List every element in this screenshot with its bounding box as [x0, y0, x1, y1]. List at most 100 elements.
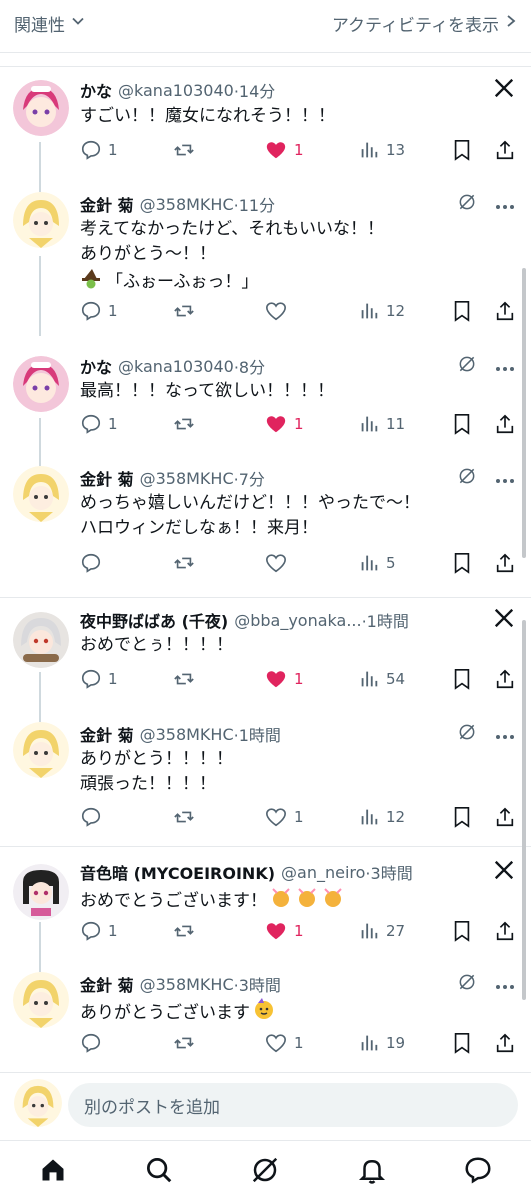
retweet-button[interactable]	[172, 550, 196, 576]
post-time[interactable]: ·7分	[234, 466, 265, 490]
bookmark-button[interactable]	[452, 804, 472, 830]
messages-icon[interactable]	[448, 1145, 508, 1195]
post[interactable]: 金針 菊 @358MKHC ·1時間 ありがとう！！！！ 頑張った！！！！ 1 …	[0, 722, 531, 837]
avatar[interactable]	[13, 972, 69, 1028]
post-time[interactable]: ·3時間	[365, 860, 412, 884]
x-logo-icon[interactable]	[493, 77, 515, 103]
author-handle[interactable]: @358MKHC	[140, 725, 234, 744]
post[interactable]: 金針 菊 @358MKHC ·3時間 ありがとうございます 1 19	[0, 972, 531, 1062]
author-handle[interactable]: @358MKHC	[140, 975, 234, 994]
views-button[interactable]: 19	[358, 1030, 405, 1056]
author-name[interactable]: 夜中野ばばあ (千夜)	[80, 608, 228, 632]
avatar[interactable]	[13, 612, 69, 668]
share-button[interactable]	[494, 137, 516, 163]
avatar[interactable]	[13, 80, 69, 136]
avatar[interactable]	[13, 864, 69, 920]
grok-icon[interactable]	[457, 722, 477, 746]
bookmark-button[interactable]	[452, 550, 472, 576]
author-handle[interactable]: @bba_yonaka...	[234, 611, 361, 630]
retweet-button[interactable]	[172, 1030, 196, 1056]
post[interactable]: 金針 菊 @358MKHC ·11分 考えてなかったけど、それもいいな！！ あり…	[0, 192, 531, 332]
more-icon[interactable]	[495, 975, 515, 994]
like-button[interactable]: 1	[264, 137, 304, 163]
share-button[interactable]	[494, 918, 516, 944]
share-button[interactable]	[494, 666, 516, 692]
views-button[interactable]: 5	[358, 550, 396, 576]
bookmark-button[interactable]	[452, 298, 472, 324]
reply-button[interactable]: 1	[80, 411, 118, 437]
more-icon[interactable]	[495, 195, 515, 214]
reply-button[interactable]	[80, 550, 108, 576]
grok-icon[interactable]	[457, 192, 477, 216]
share-button[interactable]	[494, 1030, 516, 1056]
grok-icon[interactable]	[235, 1145, 295, 1195]
like-button[interactable]	[264, 550, 288, 576]
sort-selector[interactable]: 関連性	[14, 11, 85, 36]
x-logo-icon[interactable]	[493, 607, 515, 633]
reply-button[interactable]	[80, 804, 108, 830]
reply-button[interactable]: 1	[80, 137, 118, 163]
share-button[interactable]	[494, 804, 516, 830]
share-button[interactable]	[494, 411, 516, 437]
activity-link[interactable]: アクティビティを表示	[332, 11, 517, 36]
views-button[interactable]: 11	[358, 411, 405, 437]
share-button[interactable]	[494, 550, 516, 576]
author-name[interactable]: 金針 菊	[80, 466, 134, 490]
like-button[interactable]	[264, 298, 288, 324]
like-button[interactable]: 1	[264, 1030, 304, 1056]
bookmark-button[interactable]	[452, 918, 472, 944]
author-name[interactable]: 音色暗 (MYCOEIROINK)	[80, 860, 275, 884]
like-button[interactable]: 1	[264, 666, 304, 692]
post[interactable]: 夜中野ばばあ (千夜) @bba_yonaka... ·1時間 おめでとぅ！！！…	[0, 608, 531, 708]
reply-button[interactable]	[80, 1030, 108, 1056]
post-time[interactable]: ·11分	[234, 192, 275, 216]
avatar[interactable]	[13, 722, 69, 778]
more-icon[interactable]	[495, 357, 515, 376]
views-button[interactable]: 12	[358, 298, 405, 324]
grok-icon[interactable]	[457, 354, 477, 378]
scrollbar-thumb[interactable]	[522, 268, 526, 558]
views-button[interactable]: 12	[358, 804, 405, 830]
author-name[interactable]: 金針 菊	[80, 722, 134, 746]
avatar[interactable]	[13, 466, 69, 522]
post-time[interactable]: ·8分	[234, 354, 265, 378]
retweet-button[interactable]	[172, 411, 196, 437]
home-icon[interactable]	[23, 1145, 83, 1195]
post-time[interactable]: ·3時間	[234, 972, 281, 996]
post[interactable]: かな @kana103040 ·8分 最高！！！なって欲しい！！！！ 1 1 1…	[0, 354, 531, 454]
author-handle[interactable]: @358MKHC	[140, 195, 234, 214]
notifications-icon[interactable]	[342, 1145, 402, 1195]
avatar[interactable]	[13, 192, 69, 248]
retweet-button[interactable]	[172, 804, 196, 830]
author-handle[interactable]: @358MKHC	[140, 469, 234, 488]
author-name[interactable]: かな	[80, 78, 112, 102]
views-button[interactable]: 13	[358, 137, 405, 163]
author-handle[interactable]: @kana103040	[118, 81, 234, 100]
x-logo-icon[interactable]	[493, 859, 515, 885]
author-handle[interactable]: @kana103040	[118, 357, 234, 376]
search-icon[interactable]	[129, 1145, 189, 1195]
bookmark-button[interactable]	[452, 1030, 472, 1056]
bookmark-button[interactable]	[452, 137, 472, 163]
views-button[interactable]: 54	[358, 666, 405, 692]
more-icon[interactable]	[495, 469, 515, 488]
author-name[interactable]: かな	[80, 354, 112, 378]
reply-button[interactable]: 1	[80, 918, 118, 944]
grok-icon[interactable]	[457, 972, 477, 996]
like-button[interactable]: 1	[264, 918, 304, 944]
retweet-button[interactable]	[172, 666, 196, 692]
reply-button[interactable]: 1	[80, 298, 118, 324]
post-time[interactable]: ·1時間	[234, 722, 281, 746]
reply-button[interactable]: 1	[80, 666, 118, 692]
post[interactable]: 音色暗 (MYCOEIROINK) @an_neiro ·3時間 おめでとうござ…	[0, 860, 531, 960]
like-button[interactable]: 1	[264, 411, 304, 437]
post[interactable]: かな @kana103040 ·14分 すごい！！魔女になれそう！！！ 1 1 …	[0, 78, 531, 178]
author-name[interactable]: 金針 菊	[80, 192, 134, 216]
avatar[interactable]	[13, 356, 69, 412]
author-handle[interactable]: @an_neiro	[281, 863, 365, 882]
grok-icon[interactable]	[457, 466, 477, 490]
share-button[interactable]	[494, 298, 516, 324]
views-button[interactable]: 27	[358, 918, 405, 944]
scrollbar-thumb[interactable]	[522, 620, 526, 1000]
compose-input[interactable]: 別のポストを追加	[68, 1083, 518, 1127]
